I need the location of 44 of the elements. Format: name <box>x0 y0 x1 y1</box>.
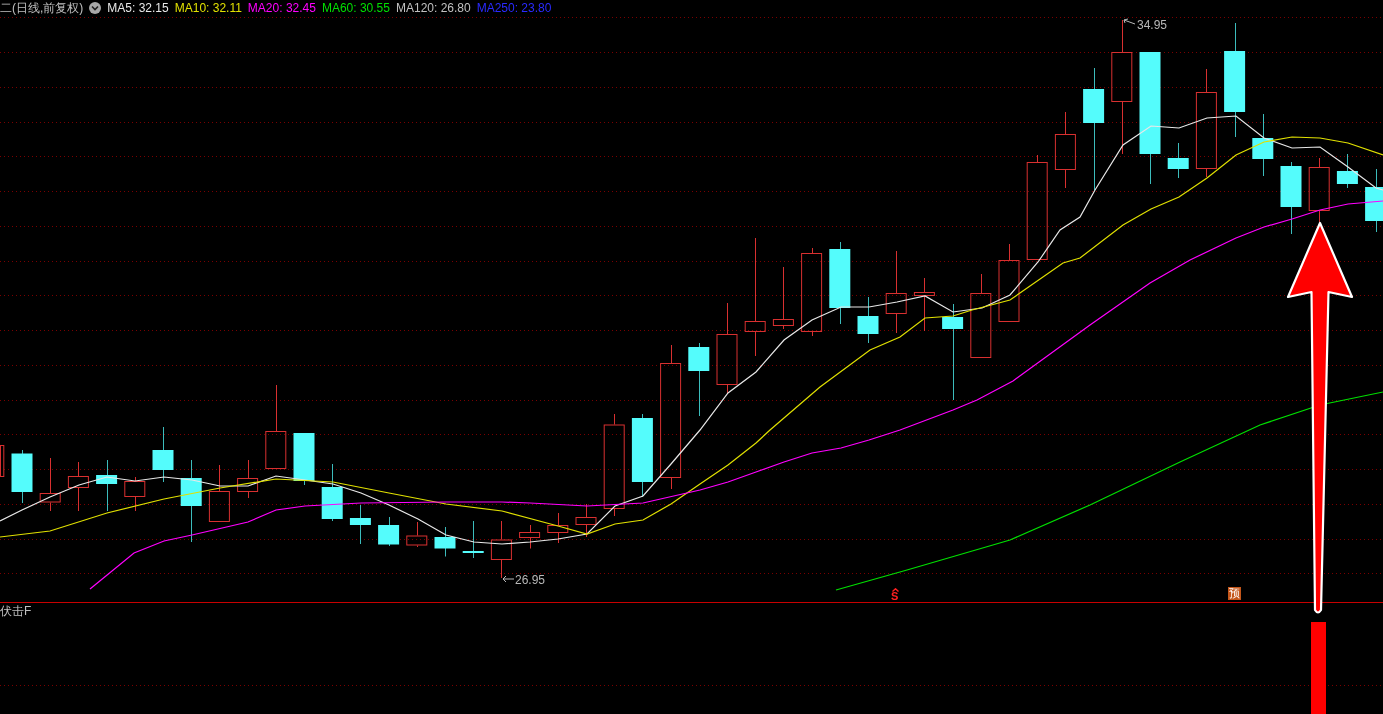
moving-average-label: MA20: 32.45 <box>247 1 316 15</box>
moving-average-label: MA120: 26.80 <box>395 1 471 15</box>
caret-icon <box>892 588 899 592</box>
candlestick <box>519 524 541 549</box>
moving-average-label: MA60: 30.55 <box>321 1 390 15</box>
candlestick <box>378 516 400 547</box>
candlestick <box>1252 113 1274 177</box>
candlestick <box>406 521 428 548</box>
moving-average-label: MA250: 23.80 <box>476 1 552 15</box>
candlestick <box>772 266 794 330</box>
indicator-title: 伏击F <box>0 604 32 618</box>
candlestick <box>67 461 89 512</box>
price-label: 26.95 <box>515 573 546 587</box>
candlestick <box>575 503 597 538</box>
candlestick <box>434 526 456 557</box>
candlestick <box>547 512 569 544</box>
candlestick <box>293 432 315 486</box>
candlestick <box>1167 142 1189 179</box>
chart-title: 二(日线,前复权) <box>0 1 84 15</box>
candlestick <box>913 277 935 332</box>
candlestick <box>39 457 61 512</box>
candlestick <box>96 459 118 512</box>
moving-average-label: MA10: 32.11 <box>174 1 242 15</box>
candlestick <box>1365 168 1383 233</box>
signal-badge: 预 <box>1228 587 1241 600</box>
leader-arrow <box>502 575 515 583</box>
candlestick <box>208 464 230 522</box>
candlestick <box>1336 153 1358 189</box>
candlestick <box>349 504 371 545</box>
leader-arrow <box>1123 18 1136 25</box>
candlestick <box>0 445 5 477</box>
price-label: 34.95 <box>1137 18 1168 32</box>
candlestick <box>124 476 146 512</box>
candlestick <box>490 520 512 579</box>
signal-letter: S <box>891 591 899 601</box>
dropdown-icon[interactable] <box>89 2 102 14</box>
candlestick <box>152 426 174 483</box>
candlestick <box>237 459 259 499</box>
moving-average-label: MA5: 32.15 <box>107 1 169 15</box>
candlestick <box>462 520 484 559</box>
candlestick <box>857 296 879 344</box>
candlestick <box>11 449 33 504</box>
candlestick <box>1308 157 1330 223</box>
candlestick <box>321 463 343 522</box>
